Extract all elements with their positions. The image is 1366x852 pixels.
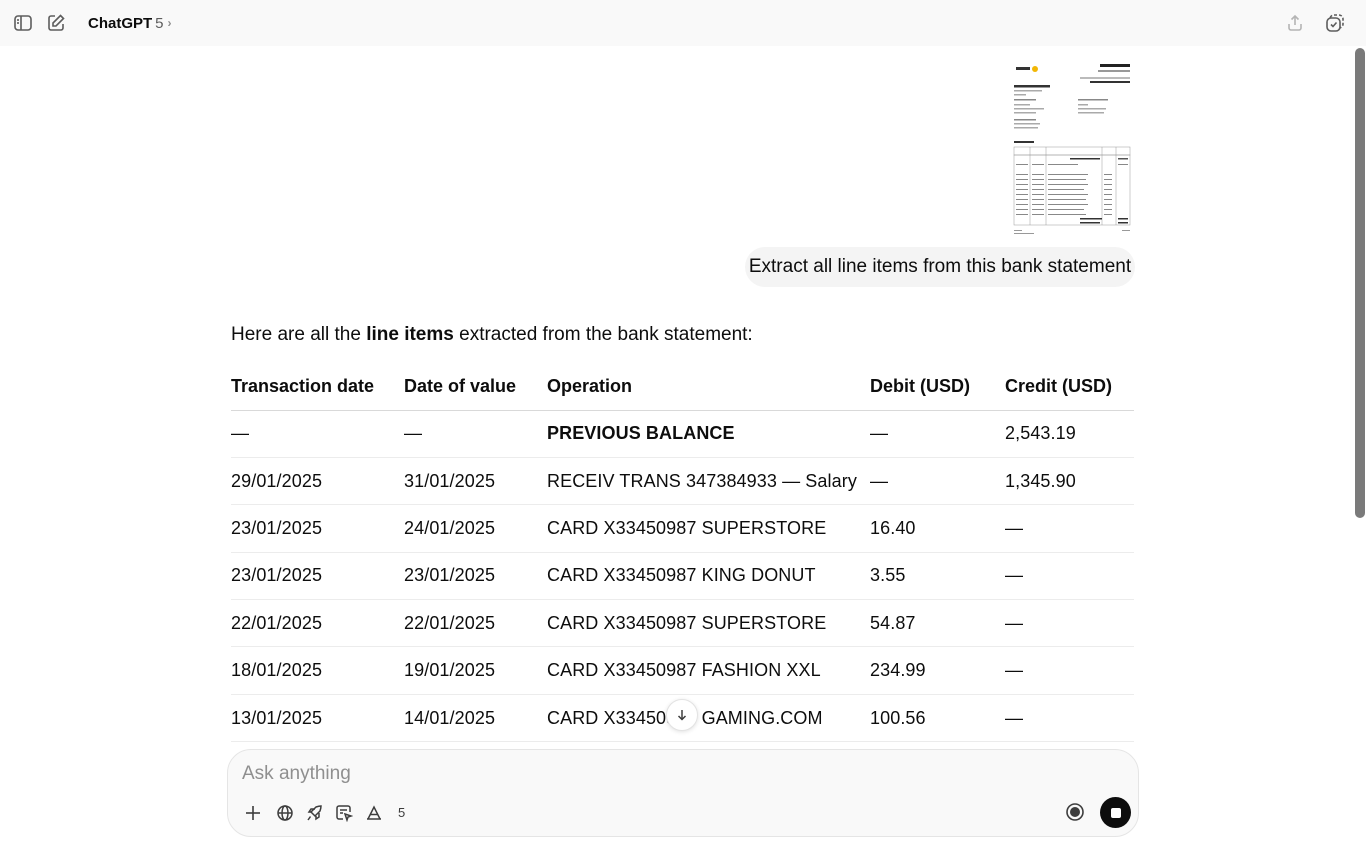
table-cell: — bbox=[404, 410, 547, 458]
message-input[interactable]: Ask anything bbox=[242, 763, 351, 785]
table-cell: — bbox=[1005, 552, 1134, 601]
globe-icon[interactable] bbox=[272, 800, 298, 826]
intro-text-pre: Here are all the bbox=[231, 324, 367, 345]
table-cell: — bbox=[1005, 504, 1134, 553]
user-message-bubble: Extract all line items from this bank st… bbox=[745, 247, 1135, 287]
line-items-table: Transaction date Date of value Operation… bbox=[231, 363, 1134, 743]
table-cell: 2,543.19 bbox=[1005, 410, 1134, 458]
table-cell: 18/01/2025 bbox=[231, 646, 404, 695]
column-header: Credit (USD) bbox=[1005, 363, 1134, 411]
intro-text-post: extracted from the bank statement: bbox=[453, 324, 753, 345]
scrollbar[interactable] bbox=[1355, 48, 1365, 518]
table-cell: — bbox=[870, 457, 1005, 506]
stop-generating-button[interactable] bbox=[1100, 797, 1131, 828]
stop-icon bbox=[1110, 807, 1121, 818]
column-header: Date of value bbox=[404, 363, 547, 411]
table-cell: RECEIV TRANS 347384933 — Salary bbox=[547, 457, 870, 506]
table-cell: 23/01/2025 bbox=[231, 504, 404, 553]
new-chat-icon[interactable] bbox=[43, 10, 69, 36]
app-name: ChatGPT bbox=[88, 14, 153, 32]
model-selector[interactable]: ChatGPT 5 › bbox=[88, 13, 172, 33]
table-cell: CARD X33450987 GAMING.COM bbox=[547, 694, 870, 743]
table-cell: 23/01/2025 bbox=[404, 552, 547, 601]
table-cell: 24/01/2025 bbox=[404, 504, 547, 553]
table-cell: 54.87 bbox=[870, 599, 1005, 648]
table-row: 29/01/2025 31/01/2025 RECEIV TRANS 34738… bbox=[231, 457, 1134, 506]
sidebar-toggle-icon[interactable] bbox=[10, 10, 36, 36]
table-row: 23/01/2025 23/01/2025 CARD X33450987 KIN… bbox=[231, 552, 1134, 601]
user-message-text: Extract all line items from this bank st… bbox=[748, 256, 1132, 277]
canvas-icon[interactable] bbox=[331, 800, 357, 826]
column-header: Operation bbox=[547, 363, 870, 411]
scroll-to-bottom-button[interactable] bbox=[666, 699, 698, 731]
table-cell: 23/01/2025 bbox=[231, 552, 404, 601]
table-cell: 22/01/2025 bbox=[231, 599, 404, 648]
share-icon[interactable] bbox=[1282, 10, 1308, 36]
plus-icon[interactable] bbox=[240, 800, 266, 826]
table-header-row: Transaction date Date of value Operation… bbox=[231, 363, 1134, 411]
table-row: 18/01/2025 19/01/2025 CARD X33450987 FAS… bbox=[231, 646, 1134, 695]
model-version: 5 bbox=[155, 14, 164, 32]
rocket-icon[interactable] bbox=[302, 800, 328, 826]
table-cell: — bbox=[870, 410, 1005, 458]
top-bar: ChatGPT 5 › bbox=[0, 0, 1366, 46]
table-cell: 1,345.90 bbox=[1005, 457, 1134, 506]
table-cell: 234.99 bbox=[870, 646, 1005, 695]
table-cell: 100.56 bbox=[870, 694, 1005, 743]
table-cell: CARD X33450987 SUPERSTORE bbox=[547, 599, 870, 648]
tool-count: 5 bbox=[398, 805, 406, 820]
table-row: 23/01/2025 24/01/2025 CARD X33450987 SUP… bbox=[231, 504, 1134, 553]
table-cell: 14/01/2025 bbox=[404, 694, 547, 743]
table-cell: 13/01/2025 bbox=[231, 694, 404, 743]
intro-text-bold: line items bbox=[366, 324, 454, 345]
table-cell: CARD X33450987 SUPERSTORE bbox=[547, 504, 870, 553]
temporary-chat-icon[interactable] bbox=[1322, 10, 1348, 36]
table-cell: — bbox=[1005, 646, 1134, 695]
font-icon[interactable] bbox=[361, 800, 387, 826]
chevron-right-icon: › bbox=[167, 16, 172, 30]
table-cell: 19/01/2025 bbox=[404, 646, 547, 695]
table-cell: — bbox=[1005, 694, 1134, 743]
table-cell: — bbox=[1005, 599, 1134, 648]
table-row: — — PREVIOUS BALANCE — 2,543.19 bbox=[231, 410, 1134, 458]
table-cell: PREVIOUS BALANCE bbox=[547, 410, 870, 458]
composer: Ask anything 5 bbox=[227, 749, 1139, 837]
table-cell: CARD X33450987 FASHION XXL bbox=[547, 646, 870, 695]
table-cell: CARD X33450987 KING DONUT bbox=[547, 552, 870, 601]
table-cell: 29/01/2025 bbox=[231, 457, 404, 506]
table-cell: 3.55 bbox=[870, 552, 1005, 601]
bank-statement-thumbnail[interactable] bbox=[1010, 58, 1134, 238]
table-cell: — bbox=[231, 410, 404, 458]
voice-mode-icon[interactable] bbox=[1064, 801, 1086, 823]
table-row: 22/01/2025 22/01/2025 CARD X33450987 SUP… bbox=[231, 599, 1134, 648]
assistant-intro: Here are all the line items extracted fr… bbox=[231, 322, 753, 348]
table-cell: 22/01/2025 bbox=[404, 599, 547, 648]
table-cell: 31/01/2025 bbox=[404, 457, 547, 506]
table-cell: 16.40 bbox=[870, 504, 1005, 553]
arrow-down-icon bbox=[677, 710, 687, 721]
column-header: Debit (USD) bbox=[870, 363, 1005, 411]
column-header: Transaction date bbox=[231, 363, 404, 411]
